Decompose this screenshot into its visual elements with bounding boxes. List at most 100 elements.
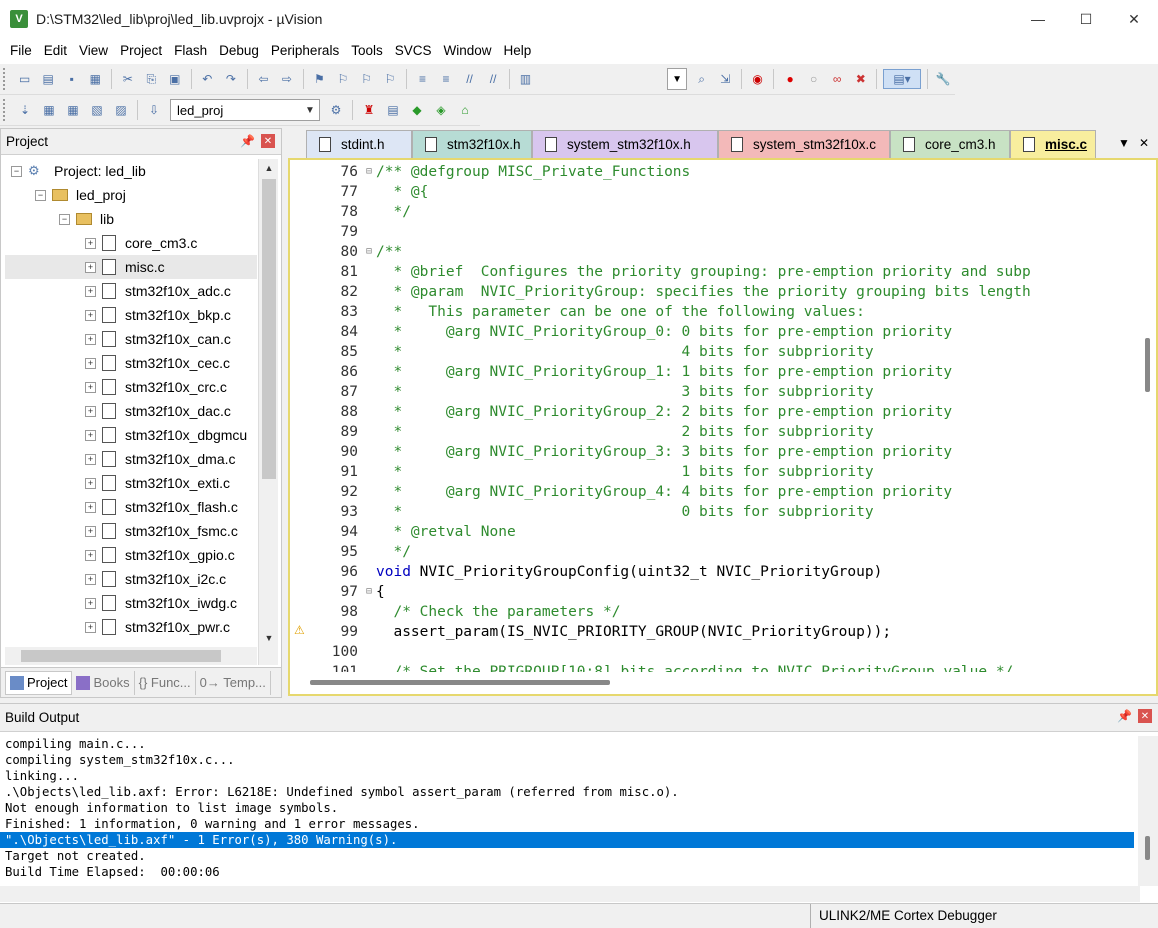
build-output-line[interactable]: Target not created. [0, 848, 1134, 864]
tab-templates[interactable]: 0→ Temp... [196, 670, 271, 695]
expand-icon[interactable]: + [85, 525, 96, 537]
menu-debug[interactable]: Debug [213, 38, 265, 64]
nav-back-icon[interactable]: ⇦ [254, 69, 274, 89]
tree-file[interactable]: + core_cm3.c [5, 231, 257, 255]
editor-vertical-scrollbar[interactable] [1140, 162, 1154, 670]
select-packs-icon[interactable]: ◈ [431, 100, 451, 120]
pin-icon[interactable]: 📌 [1117, 709, 1132, 723]
code-line[interactable]: 79 [290, 222, 1156, 242]
tree-vertical-scrollbar[interactable]: ▲ ▼ [258, 159, 278, 665]
build-vertical-scrollbar[interactable] [1138, 736, 1158, 886]
bookmark-clear-icon[interactable]: ⚐ [380, 69, 400, 89]
pin-icon[interactable]: 📌 [240, 134, 255, 148]
collapse-icon[interactable]: − [59, 213, 70, 225]
tree-file[interactable]: + stm32f10x_fsmc.c [5, 519, 257, 543]
menu-view[interactable]: View [73, 38, 114, 64]
code-line[interactable]: 86 * @arg NVIC_PriorityGroup_1: 1 bits f… [290, 362, 1156, 382]
menu-help[interactable]: Help [498, 38, 538, 64]
close-tab-icon[interactable]: ✕ [1134, 133, 1154, 153]
scroll-thumb[interactable] [310, 680, 610, 685]
find-icon[interactable]: ⌕ [692, 69, 712, 89]
fold-toggle-icon[interactable]: ⊟ [362, 242, 376, 262]
nav-forward-icon[interactable]: ⇨ [277, 69, 297, 89]
tree-target[interactable]: − led_proj [5, 183, 257, 207]
redo-icon[interactable]: ↷ [221, 69, 241, 89]
uncomment-icon[interactable]: // [483, 69, 503, 89]
tree-file[interactable]: + stm32f10x_gpio.c [5, 543, 257, 567]
tab-project[interactable]: Project [5, 670, 73, 695]
menu-window[interactable]: Window [437, 38, 497, 64]
tree-file[interactable]: + stm32f10x_crc.c [5, 375, 257, 399]
translate-icon[interactable]: ⇣ [15, 100, 35, 120]
undo-icon[interactable]: ↶ [198, 69, 218, 89]
tab-misc-c[interactable]: misc.c [1010, 130, 1096, 158]
scroll-thumb[interactable] [262, 179, 276, 479]
tab-books[interactable]: Books [72, 670, 135, 695]
code-line[interactable]: 90 * @arg NVIC_PriorityGroup_3: 3 bits f… [290, 442, 1156, 462]
breakpoint-disable-all-icon[interactable]: ∞ [827, 69, 847, 89]
expand-icon[interactable]: + [85, 501, 96, 513]
tree-file-selected[interactable]: + misc.c [5, 255, 257, 279]
target-options-icon[interactable]: ⚙ [326, 100, 346, 120]
manage-project-items-icon[interactable]: ♜ [359, 100, 379, 120]
comment-icon[interactable]: // [460, 69, 480, 89]
find-in-files-icon[interactable]: ▥ [516, 69, 536, 89]
code-lines[interactable]: 76 ⊟/** @defgroup MISC_Private_Functions 7… [290, 162, 1156, 672]
tree-file[interactable]: + stm32f10x_dbgmcu [5, 423, 257, 447]
code-line[interactable]: 99 assert_param(IS_NVIC_PRIORITY_GROUP(N… [290, 622, 1156, 642]
build-horizontal-scrollbar[interactable] [0, 886, 1140, 902]
build-output-line[interactable]: compiling main.c... [0, 736, 1134, 752]
code-editor[interactable]: 76 ⊟/** @defgroup MISC_Private_Functions 7… [288, 158, 1158, 696]
close-pane-icon[interactable]: ✕ [261, 134, 275, 148]
close-pane-icon[interactable]: ✕ [1138, 709, 1152, 723]
code-line[interactable]: 101 /* Set the PRIGROUP[10:8] bits accor… [290, 662, 1156, 672]
scroll-thumb[interactable] [1145, 338, 1150, 392]
tab-list-dropdown-icon[interactable]: ▼ [1114, 133, 1134, 153]
code-line[interactable]: 94 * @retval None [290, 522, 1156, 542]
software-packs-icon[interactable]: ⌂ [455, 100, 475, 120]
code-line[interactable]: 78 */ [290, 202, 1156, 222]
scroll-down-icon[interactable]: ▼ [259, 629, 279, 647]
code-line[interactable]: 80 ⊟/** [290, 242, 1156, 262]
find-combo-dropdown[interactable]: ▼ [667, 68, 687, 90]
build-icon[interactable]: ▦ [39, 100, 59, 120]
expand-icon[interactable]: + [85, 477, 96, 489]
minimize-button[interactable]: — [1014, 0, 1062, 38]
code-line[interactable]: 76 ⊟/** @defgroup MISC_Private_Functions [290, 162, 1156, 182]
breakpoint-insert-icon[interactable]: ● [780, 69, 800, 89]
code-line[interactable]: 95 */ [290, 542, 1156, 562]
code-line[interactable]: 84 * @arg NVIC_PriorityGroup_0: 0 bits f… [290, 322, 1156, 342]
tree-horizontal-scrollbar[interactable] [5, 647, 257, 665]
tree-file[interactable]: + stm32f10x_exti.c [5, 471, 257, 495]
toolbar-grip[interactable] [3, 68, 9, 90]
code-line[interactable]: 82 * @param NVIC_PriorityGroup: specifie… [290, 282, 1156, 302]
bookmark-prev-icon[interactable]: ⚐ [333, 69, 353, 89]
indent-icon[interactable]: ≡ [413, 69, 433, 89]
bookmark-toggle-icon[interactable]: ⚑ [310, 69, 330, 89]
expand-icon[interactable]: + [85, 261, 96, 273]
collapse-icon[interactable]: − [11, 165, 22, 177]
expand-icon[interactable]: + [85, 333, 96, 345]
code-line[interactable]: 89 * 2 bits for subpriority [290, 422, 1156, 442]
code-line[interactable]: 81 * @brief Configures the priority grou… [290, 262, 1156, 282]
stop-build-icon[interactable]: ▨ [111, 100, 131, 120]
tree-file[interactable]: + stm32f10x_iwdg.c [5, 591, 257, 615]
save-all-icon[interactable]: ▦ [86, 69, 106, 89]
menu-peripherals[interactable]: Peripherals [265, 38, 345, 64]
rebuild-icon[interactable]: ▦ [63, 100, 83, 120]
copy-icon[interactable]: ⎘ [142, 69, 162, 89]
close-window-button[interactable]: ✕ [1110, 0, 1158, 38]
tree-group[interactable]: − lib [5, 207, 257, 231]
scroll-up-icon[interactable]: ▲ [259, 159, 279, 177]
tree-file[interactable]: + stm32f10x_i2c.c [5, 567, 257, 591]
window-layout-icon[interactable]: ▤▾ [883, 69, 921, 89]
unindent-icon[interactable]: ≡ [436, 69, 456, 89]
menu-tools[interactable]: Tools [345, 38, 389, 64]
tree-file[interactable]: + stm32f10x_flash.c [5, 495, 257, 519]
menu-edit[interactable]: Edit [38, 38, 73, 64]
maximize-button[interactable]: ☐ [1062, 0, 1110, 38]
tree-file[interactable]: + stm32f10x_bkp.c [5, 303, 257, 327]
expand-icon[interactable]: + [85, 621, 96, 633]
expand-icon[interactable]: + [85, 357, 96, 369]
menu-flash[interactable]: Flash [168, 38, 213, 64]
